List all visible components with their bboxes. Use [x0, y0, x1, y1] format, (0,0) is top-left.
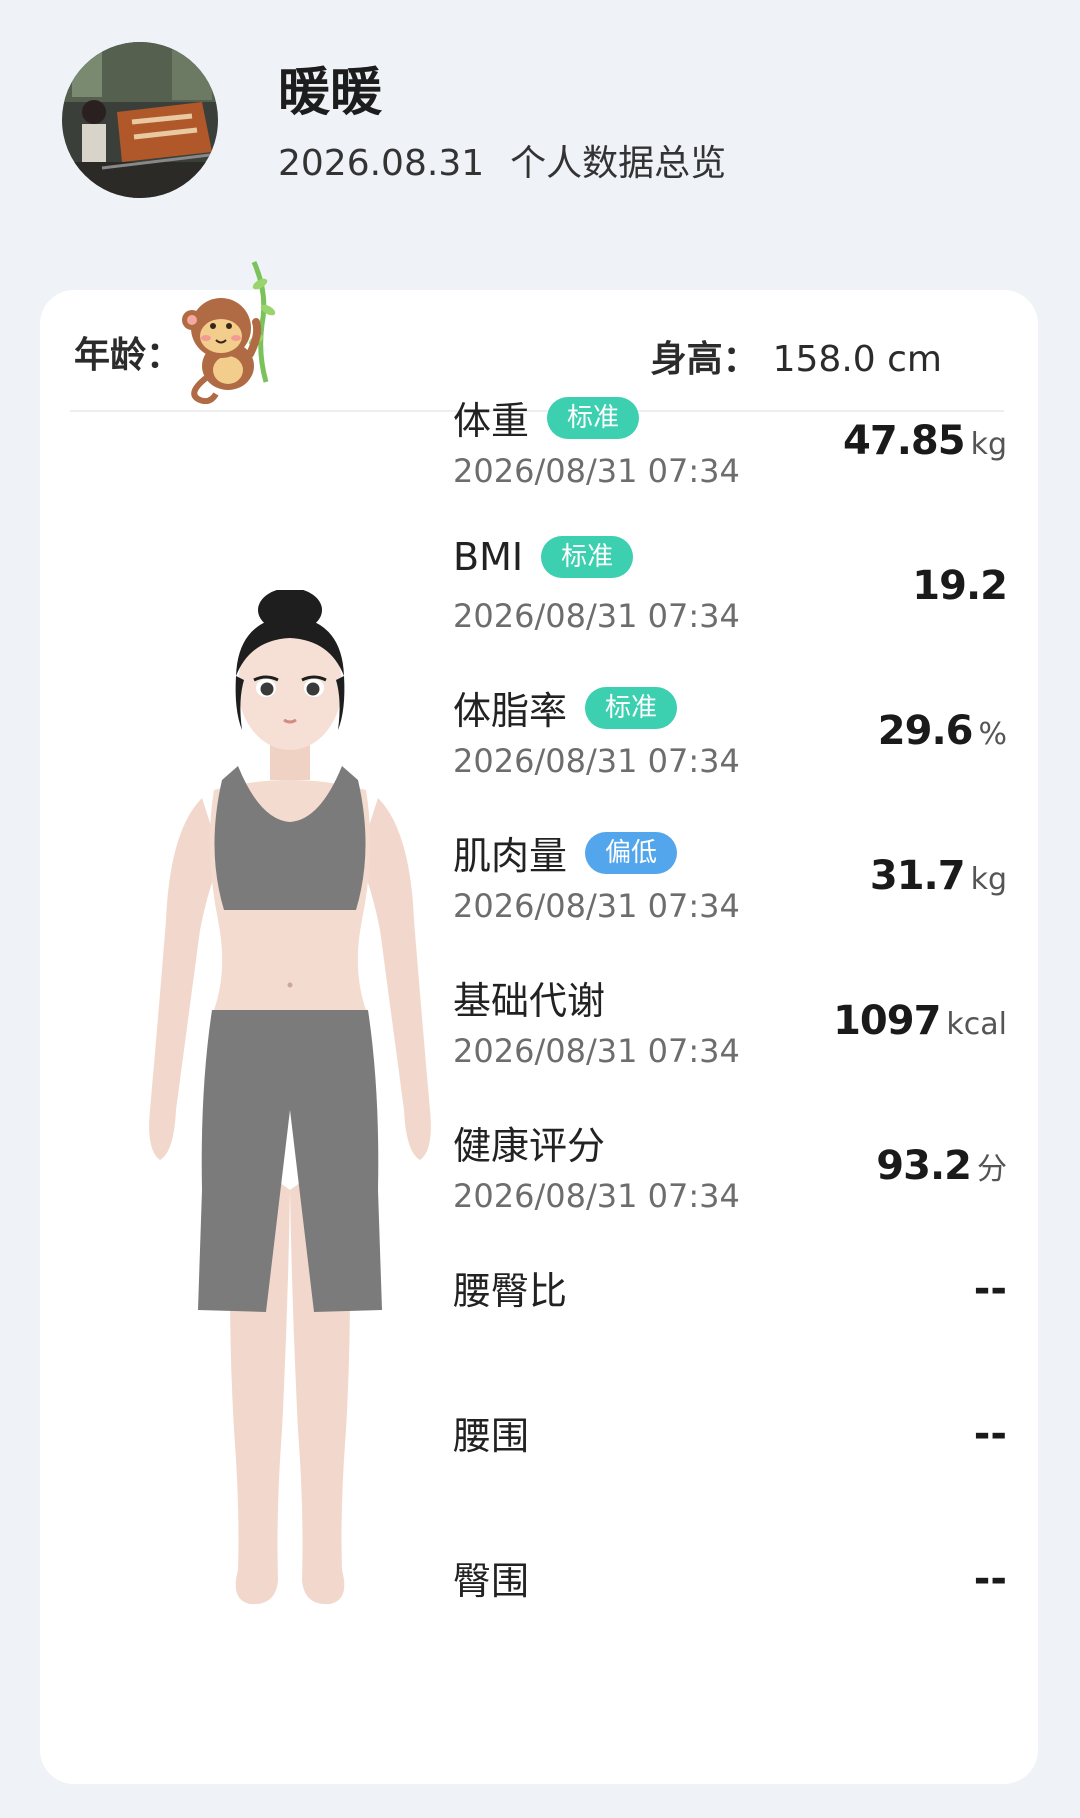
- data-card: 年龄： 身高： 158.0 cm 体重 标准 2026/08/31 07:34 …: [40, 260, 1038, 1784]
- age-label: 年龄：: [74, 335, 183, 376]
- height-value: 158.0 cm: [772, 339, 942, 380]
- height-row: 身高： 158.0 cm: [651, 330, 942, 382]
- status-badge: 标准: [541, 536, 634, 578]
- metric-name: 腰臀比: [453, 1269, 568, 1313]
- metric-waist-hip-ratio[interactable]: 腰臀比 --: [453, 1260, 1007, 1380]
- metric-unit: 分: [977, 1152, 1007, 1187]
- metric-timestamp: 2026/08/31 07:34: [453, 597, 740, 635]
- metric-hip[interactable]: 臀围 --: [453, 1550, 1007, 1670]
- metric-timestamp: 2026/08/31 07:34: [453, 742, 740, 780]
- overview-date: 2026.08.31: [278, 143, 485, 184]
- metric-name: 基础代谢: [453, 979, 606, 1023]
- metric-health-score[interactable]: 健康评分 2026/08/31 07:34 93.2 分: [453, 1115, 1007, 1235]
- user-avatar[interactable]: [62, 42, 218, 198]
- status-badge: 偏低: [585, 831, 678, 874]
- metric-name: BMI: [453, 535, 524, 579]
- metric-bmi[interactable]: BMI 标准 2026/08/31 07:34 19.2: [453, 535, 1008, 655]
- metric-name: 健康评分: [453, 1124, 606, 1168]
- metric-name: 肌肉量: [453, 834, 568, 878]
- metric-name: 腰围: [453, 1414, 530, 1458]
- username: 暖暖: [278, 63, 383, 123]
- metric-body-fat[interactable]: 体脂率 标准 2026/08/31 07:34 29.6%: [453, 680, 1007, 800]
- metric-waist[interactable]: 腰围 --: [453, 1405, 1007, 1525]
- metric-timestamp: 2026/08/31 07:34: [453, 452, 740, 490]
- metric-value: 19.2: [912, 563, 1008, 609]
- metric-timestamp: 2026/08/31 07:34: [453, 887, 740, 925]
- metric-bmr[interactable]: 基础代谢 2026/08/31 07:34 1097 kcal: [453, 970, 1007, 1090]
- metric-name: 体重: [453, 399, 530, 443]
- monkey-sticker-icon: [182, 260, 276, 404]
- metric-value: --: [973, 1556, 1007, 1602]
- metric-name: 臀围: [453, 1559, 530, 1603]
- metric-unit: kg: [970, 862, 1007, 897]
- status-badge: 标准: [585, 686, 678, 729]
- metric-unit: %: [978, 717, 1007, 752]
- metric-value: 29.6: [877, 708, 974, 754]
- body-model-figure: [149, 590, 431, 1605]
- metric-name: 体脂率: [453, 689, 568, 733]
- metric-timestamp: 2026/08/31 07:34: [453, 1032, 740, 1070]
- metric-value: 1097: [833, 998, 941, 1044]
- metric-timestamp: 2026/08/31 07:34: [453, 1177, 740, 1215]
- metric-unit: kg: [970, 427, 1007, 462]
- metric-value: --: [973, 1411, 1007, 1457]
- metric-value: 47.85: [843, 418, 966, 464]
- metric-muscle[interactable]: 肌肉量 偏低 2026/08/31 07:34 31.7 kg: [453, 825, 1007, 945]
- height-label: 身高：: [650, 339, 759, 380]
- metric-value: 93.2: [876, 1143, 972, 1189]
- metric-unit: kcal: [946, 1007, 1007, 1042]
- status-badge: 标准: [547, 396, 640, 439]
- overview-title: 个人数据总览: [510, 143, 727, 184]
- metric-weight[interactable]: 体重 标准 2026/08/31 07:34 47.85 kg: [453, 390, 1007, 510]
- metric-value: 31.7: [869, 853, 966, 899]
- page-subtitle: 2026.08.31 个人数据总览: [278, 134, 726, 186]
- metric-value: --: [973, 1266, 1007, 1312]
